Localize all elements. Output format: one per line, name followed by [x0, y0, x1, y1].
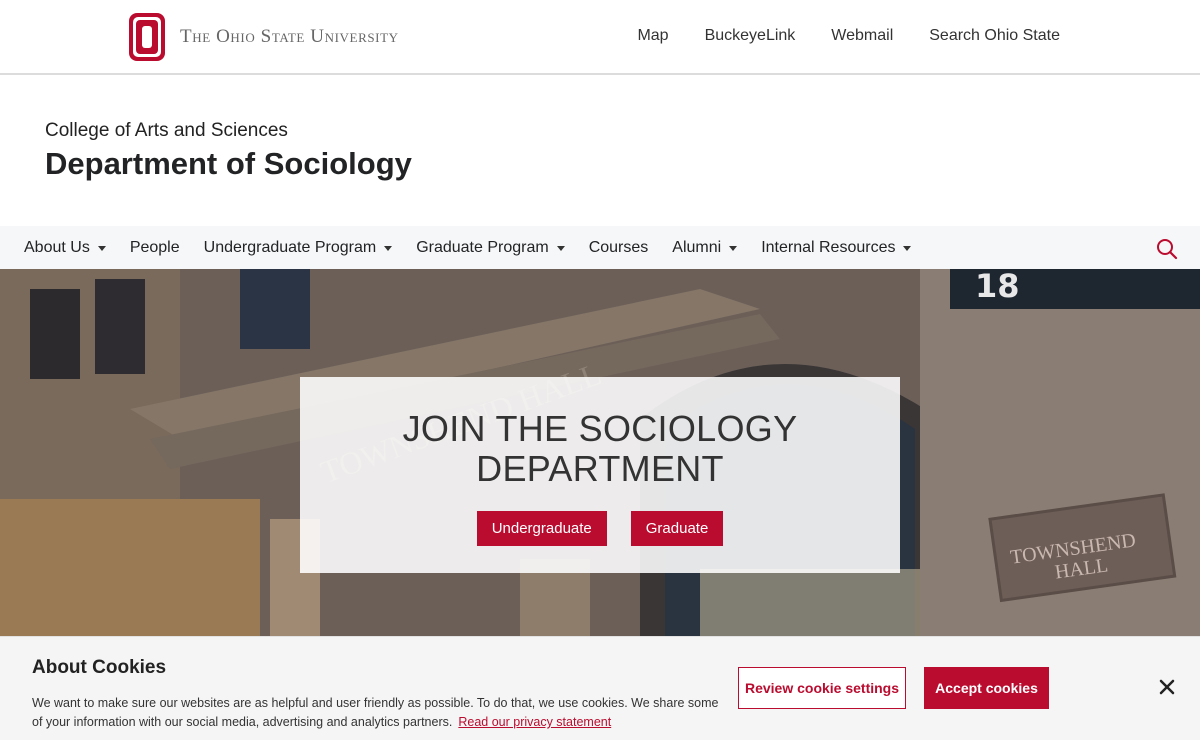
- close-icon[interactable]: [1158, 678, 1176, 696]
- nav-item-undergraduate-program[interactable]: Undergraduate Program: [204, 239, 393, 257]
- osu-link-buckeyelink[interactable]: BuckeyeLink: [705, 27, 796, 45]
- graduate-button[interactable]: Graduate: [630, 511, 724, 546]
- accept-cookies-button[interactable]: Accept cookies: [924, 667, 1049, 709]
- nav-label: Internal Resources: [761, 239, 896, 256]
- nav-item-alumni[interactable]: Alumni: [672, 239, 738, 257]
- cookie-banner: About Cookies We want to make sure our w…: [0, 636, 1200, 740]
- nav-label: Alumni: [672, 239, 722, 256]
- caret-down-icon: [556, 245, 565, 251]
- nav-item-graduate-program[interactable]: Graduate Program: [416, 239, 565, 257]
- cookie-text: We want to make sure our websites are as…: [32, 694, 722, 732]
- hero-title-line-1: JOIN THE SOCIOLOGY: [402, 408, 798, 449]
- osu-wordmark[interactable]: The Ohio State University: [180, 26, 399, 48]
- hero-title-line-2: DEPARTMENT: [476, 448, 724, 489]
- building-number: 18: [975, 269, 1020, 305]
- osu-global-links: Map BuckeyeLink Webmail Search Ohio Stat…: [637, 27, 1060, 45]
- cookie-text-body: We want to make sure our websites are as…: [32, 696, 719, 729]
- osu-link-webmail[interactable]: Webmail: [831, 27, 893, 45]
- hero-title: JOIN THE SOCIOLOGY DEPARTMENT: [300, 409, 900, 489]
- undergraduate-button[interactable]: Undergraduate: [476, 511, 607, 546]
- caret-down-icon: [97, 245, 106, 251]
- caret-down-icon: [729, 245, 738, 251]
- osu-link-search[interactable]: Search Ohio State: [929, 27, 1060, 45]
- review-cookie-settings-button[interactable]: Review cookie settings: [738, 667, 906, 709]
- college-name[interactable]: College of Arts and Sciences: [45, 120, 288, 142]
- nav-label: People: [129, 239, 180, 256]
- department-masthead: College of Arts and Sciences Department …: [0, 75, 1200, 225]
- nav-item-people[interactable]: People: [130, 239, 180, 257]
- nav-label: Undergraduate Program: [203, 239, 377, 256]
- hero-banner: 18 TOWNSHEND HALL TOWNSHEND HALL JOIN TH…: [0, 269, 1200, 640]
- search-icon[interactable]: [1156, 238, 1178, 260]
- department-title[interactable]: Department of Sociology: [45, 146, 412, 182]
- nav-label: Graduate Program: [416, 239, 549, 256]
- hero-buttons: Undergraduate Graduate: [300, 511, 900, 546]
- nav-item-about-us[interactable]: About Us: [24, 239, 106, 257]
- cookie-title: About Cookies: [32, 657, 167, 678]
- nav-item-internal-resources[interactable]: Internal Resources: [761, 239, 912, 257]
- caret-down-icon: [903, 245, 912, 251]
- osu-link-map[interactable]: Map: [637, 27, 668, 45]
- osu-block-o-logo[interactable]: [128, 12, 166, 62]
- hero-card: JOIN THE SOCIOLOGY DEPARTMENT Undergradu…: [300, 377, 900, 573]
- nav-label: About Us: [24, 239, 90, 256]
- nav-item-courses[interactable]: Courses: [589, 239, 649, 257]
- nav-label: Courses: [588, 239, 649, 256]
- osu-top-bar: The Ohio State University Map BuckeyeLin…: [0, 0, 1200, 75]
- privacy-statement-link[interactable]: Read our privacy statement: [458, 715, 611, 729]
- caret-down-icon: [384, 245, 393, 251]
- main-navigation: About Us People Undergraduate Program Gr…: [0, 226, 1200, 269]
